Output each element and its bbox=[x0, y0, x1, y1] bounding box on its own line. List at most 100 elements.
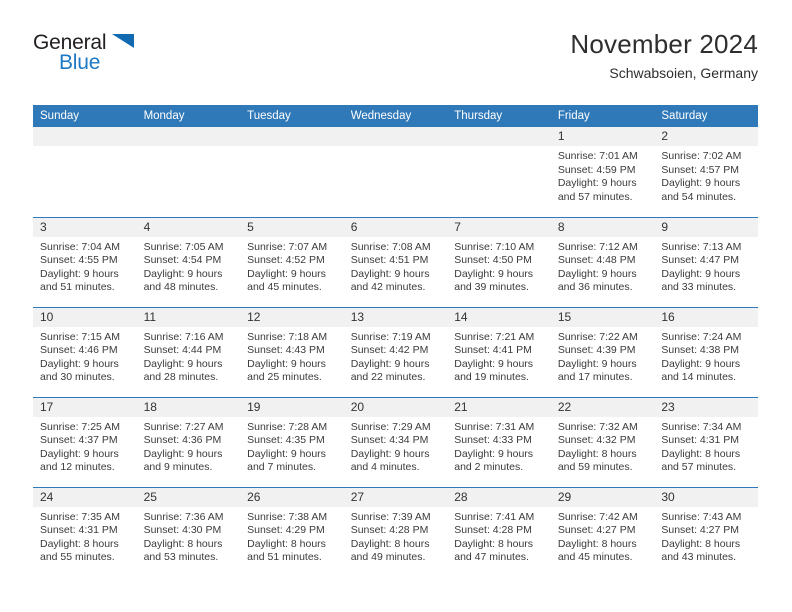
sunrise-time: Sunrise: 7:02 AM bbox=[661, 150, 742, 162]
day-number: 24 bbox=[33, 487, 137, 507]
calendar-day-cell[interactable]: 30 Sunrise: 7:43 AM Sunset: 4:27 PM Dayligh… bbox=[654, 486, 758, 577]
day-number: 10 bbox=[33, 307, 137, 327]
weekday-header-saturday: Saturday bbox=[654, 105, 758, 127]
day-details: Sunrise: 7:02 AM Sunset: 4:57 PM Daylight:… bbox=[654, 146, 758, 204]
day-number bbox=[343, 127, 448, 146]
sunset-time: Sunset: 4:38 PM bbox=[661, 344, 740, 357]
daylight-duration-line1: Daylight: 9 hours bbox=[350, 447, 430, 460]
generalblue-logo[interactable]: General Blue bbox=[33, 28, 153, 78]
calendar-day-cell[interactable]: 22 Sunrise: 7:32 AM Sunset: 4:32 PM Dayligh… bbox=[550, 396, 655, 487]
calendar-day-cell[interactable]: 8 Sunrise: 7:12 AM Sunset: 4:48 PM Daylight… bbox=[550, 216, 655, 307]
sunset-time: Sunset: 4:33 PM bbox=[454, 434, 532, 447]
calendar-day-cell[interactable]: 14 Sunrise: 7:21 AM Sunset: 4:41 PM Dayligh… bbox=[447, 306, 551, 397]
daylight-duration-line1: Daylight: 9 hours bbox=[557, 357, 637, 370]
sunset-time: Sunset: 4:28 PM bbox=[350, 524, 429, 537]
calendar-day-cell[interactable]: 5 Sunrise: 7:07 AM Sunset: 4:52 PM Daylight… bbox=[240, 216, 344, 307]
daylight-duration-line1: Daylight: 9 hours bbox=[557, 177, 637, 190]
weekday-header-monday: Monday bbox=[136, 105, 241, 127]
calendar-day-cell[interactable]: 15 Sunrise: 7:22 AM Sunset: 4:39 PM Dayligh… bbox=[550, 306, 655, 397]
daylight-duration-line1: Daylight: 9 hours bbox=[350, 267, 430, 280]
day-number: 29 bbox=[550, 487, 655, 507]
calendar-day-cell[interactable]: 11 Sunrise: 7:16 AM Sunset: 4:44 PM Dayligh… bbox=[136, 306, 241, 397]
calendar-day-cell[interactable]: 23 Sunrise: 7:34 AM Sunset: 4:31 PM Dayligh… bbox=[654, 396, 758, 487]
daylight-duration-line2: and 36 minutes. bbox=[557, 281, 633, 294]
sunset-time: Sunset: 4:27 PM bbox=[661, 524, 740, 537]
calendar-day-cell[interactable]: 27 Sunrise: 7:39 AM Sunset: 4:28 PM Dayligh… bbox=[343, 486, 448, 577]
daylight-duration-line1: Daylight: 9 hours bbox=[143, 267, 223, 280]
sunrise-time: Sunrise: 7:41 AM bbox=[454, 510, 535, 523]
triangle-icon bbox=[112, 34, 134, 48]
calendar-day-cell[interactable]: 29 Sunrise: 7:42 AM Sunset: 4:27 PM Dayligh… bbox=[550, 486, 655, 577]
calendar-week-row: 17 Sunrise: 7:25 AM Sunset: 4:37 PM Dayligh… bbox=[33, 396, 758, 487]
calendar-day-cell[interactable]: 25 Sunrise: 7:36 AM Sunset: 4:30 PM Dayligh… bbox=[136, 486, 241, 577]
daylight-duration-line2: and 7 minutes. bbox=[247, 461, 317, 474]
calendar-day-cell[interactable]: 21 Sunrise: 7:31 AM Sunset: 4:33 PM Dayligh… bbox=[447, 396, 551, 487]
daylight-duration-line1: Daylight: 9 hours bbox=[40, 357, 119, 370]
day-details: Sunrise: 7:27 AM Sunset: 4:36 PM Daylight:… bbox=[137, 417, 241, 475]
daylight-duration-line2: and 47 minutes. bbox=[454, 551, 529, 564]
calendar-day-cell[interactable]: 10 Sunrise: 7:15 AM Sunset: 4:46 PM Dayligh… bbox=[33, 306, 137, 397]
sunset-time: Sunset: 4:54 PM bbox=[143, 254, 222, 267]
calendar-day-cell[interactable]: 6 Sunrise: 7:08 AM Sunset: 4:51 PM Daylight… bbox=[343, 216, 448, 307]
day-details: Sunrise: 7:35 AM Sunset: 4:31 PM Daylight:… bbox=[33, 507, 137, 565]
daylight-duration-line2: and 49 minutes. bbox=[350, 551, 426, 564]
calendar-day-cell[interactable]: 4 Sunrise: 7:05 AM Sunset: 4:54 PM Daylight… bbox=[136, 216, 241, 307]
daylight-duration-line1: Daylight: 9 hours bbox=[350, 357, 430, 370]
daylight-duration-line1: Daylight: 9 hours bbox=[247, 447, 326, 460]
calendar-day-cell[interactable]: 16 Sunrise: 7:24 AM Sunset: 4:38 PM Dayligh… bbox=[654, 306, 758, 397]
day-details: Sunrise: 7:13 AM Sunset: 4:47 PM Daylight:… bbox=[654, 237, 758, 295]
sunset-time: Sunset: 4:32 PM bbox=[557, 434, 636, 447]
calendar-day-cell[interactable]: 26 Sunrise: 7:38 AM Sunset: 4:29 PM Dayligh… bbox=[240, 486, 344, 577]
sunrise-time: Sunrise: 7:39 AM bbox=[350, 510, 431, 523]
calendar-day-cell[interactable]: 2 Sunrise: 7:02 AM Sunset: 4:57 PM Daylight… bbox=[654, 127, 758, 217]
day-number: 8 bbox=[550, 217, 655, 237]
day-details: Sunrise: 7:38 AM Sunset: 4:29 PM Daylight:… bbox=[240, 507, 344, 565]
calendar-day-cell[interactable]: 24 Sunrise: 7:35 AM Sunset: 4:31 PM Dayligh… bbox=[33, 486, 137, 577]
calendar-day-cell[interactable]: 3 Sunrise: 7:04 AM Sunset: 4:55 PM Daylight… bbox=[33, 216, 137, 307]
sunrise-time: Sunrise: 7:21 AM bbox=[454, 330, 535, 343]
calendar-week-row: 10 Sunrise: 7:15 AM Sunset: 4:46 PM Dayligh… bbox=[33, 306, 758, 397]
calendar-day-cell[interactable]: 20 Sunrise: 7:29 AM Sunset: 4:34 PM Dayligh… bbox=[343, 396, 448, 487]
calendar-day-cell[interactable]: 7 Sunrise: 7:10 AM Sunset: 4:50 PM Daylight… bbox=[447, 216, 551, 307]
day-details: Sunrise: 7:04 AM Sunset: 4:55 PM Daylight:… bbox=[33, 237, 137, 295]
calendar-day-cell[interactable]: 19 Sunrise: 7:28 AM Sunset: 4:35 PM Dayligh… bbox=[240, 396, 344, 487]
sunset-time: Sunset: 4:37 PM bbox=[40, 434, 118, 447]
sunrise-time: Sunrise: 7:43 AM bbox=[661, 510, 742, 523]
calendar-empty-cell bbox=[240, 127, 344, 217]
daylight-duration-line1: Daylight: 9 hours bbox=[247, 357, 326, 370]
daylight-duration-line1: Daylight: 8 hours bbox=[247, 537, 326, 550]
calendar-day-cell[interactable]: 13 Sunrise: 7:19 AM Sunset: 4:42 PM Dayligh… bbox=[343, 306, 448, 397]
sunrise-time: Sunrise: 7:34 AM bbox=[661, 420, 742, 433]
calendar-day-cell[interactable]: 17 Sunrise: 7:25 AM Sunset: 4:37 PM Dayligh… bbox=[33, 396, 137, 487]
sunset-time: Sunset: 4:41 PM bbox=[454, 344, 532, 357]
day-number: 30 bbox=[654, 487, 758, 507]
day-number bbox=[136, 127, 241, 146]
day-details: Sunrise: 7:24 AM Sunset: 4:38 PM Daylight:… bbox=[654, 327, 758, 385]
daylight-duration-line1: Daylight: 8 hours bbox=[350, 537, 430, 550]
daylight-duration-line2: and 39 minutes. bbox=[454, 281, 529, 294]
page-subtitle: Schwabsoien, Germany bbox=[609, 65, 758, 81]
page-title: November 2024 bbox=[570, 29, 758, 59]
day-number: 27 bbox=[343, 487, 448, 507]
calendar-day-cell[interactable]: 12 Sunrise: 7:18 AM Sunset: 4:43 PM Dayligh… bbox=[240, 306, 344, 397]
daylight-duration-line2: and 59 minutes. bbox=[557, 461, 633, 474]
daylight-duration-line2: and 12 minutes. bbox=[40, 461, 115, 474]
sunrise-time: Sunrise: 7:31 AM bbox=[454, 420, 535, 433]
daylight-duration-line1: Daylight: 9 hours bbox=[454, 357, 534, 370]
day-number: 5 bbox=[240, 217, 344, 237]
weekday-header-thursday: Thursday bbox=[447, 105, 551, 127]
sunset-time: Sunset: 4:42 PM bbox=[350, 344, 429, 357]
day-details: Sunrise: 7:36 AM Sunset: 4:30 PM Daylight:… bbox=[137, 507, 241, 565]
daylight-duration-line1: Daylight: 9 hours bbox=[40, 447, 119, 460]
day-number: 11 bbox=[136, 307, 241, 327]
calendar-day-cell[interactable]: 18 Sunrise: 7:27 AM Sunset: 4:36 PM Dayligh… bbox=[136, 396, 241, 487]
sunrise-time: Sunrise: 7:13 AM bbox=[661, 240, 742, 253]
calendar-day-cell[interactable]: 28 Sunrise: 7:41 AM Sunset: 4:28 PM Dayligh… bbox=[447, 486, 551, 577]
calendar-day-cell[interactable]: 1 Sunrise: 7:01 AM Sunset: 4:59 PM Daylight… bbox=[550, 127, 655, 217]
day-details: Sunrise: 7:01 AM Sunset: 4:59 PM Daylight:… bbox=[551, 146, 655, 204]
calendar-day-cell[interactable]: 9 Sunrise: 7:13 AM Sunset: 4:47 PM Daylight… bbox=[654, 216, 758, 307]
daylight-duration-line2: and 33 minutes. bbox=[661, 281, 737, 294]
daylight-duration-line2: and 51 minutes. bbox=[40, 281, 115, 294]
day-number: 7 bbox=[447, 217, 551, 237]
day-number: 17 bbox=[33, 397, 137, 417]
